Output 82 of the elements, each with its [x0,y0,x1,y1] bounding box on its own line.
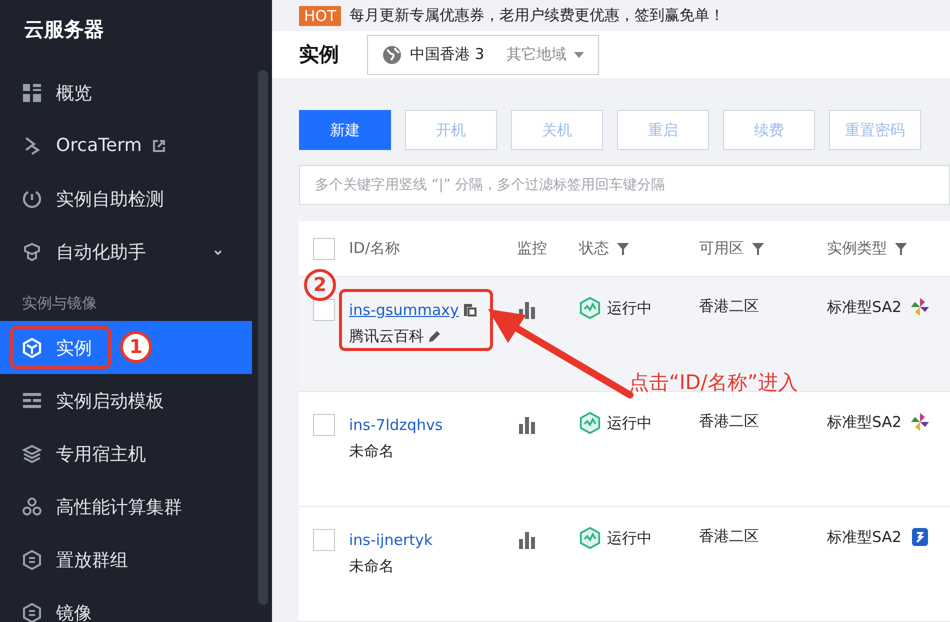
globe-icon [382,44,402,65]
column-header: 监控 [517,239,547,258]
caret-icon [574,52,584,58]
instance-type-cell: 标准型SA2 [827,412,902,432]
menu-item-icon [22,550,42,570]
sidebar-item[interactable]: 实例启动模板 [0,374,252,427]
menu-item-icon [22,444,42,464]
instance-name: 腾讯云百科 [349,326,424,346]
sidebar-item[interactable]: 专用宿主机 [0,427,252,480]
checkbox[interactable] [313,529,335,551]
other-regions-label: 其它地域 [506,45,566,64]
table-row[interactable]: ins-7ldzqhvs 未命名 运行中 香港二区 标准型SA2 [299,392,950,507]
filter-icon[interactable] [752,242,764,254]
menu-item-icon [22,242,42,262]
instance-type-cell: 标准型SA2 [827,528,902,546]
sidebar-item[interactable]: 镜像 [0,586,252,622]
sidebar-item[interactable]: 实例 1 [0,321,252,374]
menu-item-icon [22,602,42,622]
menu-item-icon [22,496,42,516]
filter-icon[interactable] [895,242,907,254]
bar-chart-icon[interactable] [517,530,537,550]
zone-cell: 香港二区 [699,412,759,431]
status-text: 运行中 [607,298,652,318]
column-header: 实例类型 [827,239,887,258]
instance-id-link[interactable]: ins-ijnertyk [349,531,433,549]
table-row[interactable]: ins-ijnertyk 未命名 运行中 香港二区 标准型SA2 [299,507,950,622]
toolbar-button[interactable]: 新建 [299,110,391,150]
column-header: ID/名称 [349,239,400,258]
running-status-icon [579,527,601,549]
sidebar-item-label: 实例自助检测 [56,188,164,210]
sidebar-item-label: 概览 [56,82,92,104]
sidebar-item-label: 高性能计算集群 [56,496,182,518]
search-field[interactable]: 多个关键字用竖线 “|” 分隔，多个过滤标签用回车键分隔 [299,165,950,205]
instance-type-cell: 标准型SA2 [827,298,902,316]
sidebar-item[interactable]: 高性能计算集群 [0,480,252,533]
promo-text: 每月更新专属优惠券，老用户续费更优惠，签到赢免单！ [349,6,724,26]
running-status-icon [579,412,601,434]
checkbox[interactable] [313,238,335,260]
instance-name: 未命名 [349,442,394,460]
sidebar-item[interactable]: 实例自助检测 [0,172,252,225]
status-text: 运行中 [607,414,652,432]
sidebar-item[interactable]: 概览 [0,66,252,119]
running-status-icon [579,297,601,319]
pinwheel-icon [910,297,930,317]
step-number: 1 [120,331,152,363]
os-logo-icon [910,527,930,547]
copy-icon[interactable] [462,303,477,317]
pinwheel-icon [910,412,930,432]
sidebar-item-label: 置放群组 [56,548,128,572]
filter-icon[interactable] [617,242,629,254]
region-label: 中国香港 3 [410,45,484,64]
sidebar-item-label: 自动化助手 [56,240,146,264]
zone-cell: 香港二区 [699,297,759,316]
instance-id-link[interactable]: ins-7ldzqhvs [349,416,443,434]
pencil-icon[interactable] [428,329,442,343]
sidebar-item[interactable]: OrcaTerm [0,119,252,172]
menu-item-icon [22,188,42,208]
page-title: 实例 [299,41,339,68]
sidebar-item-label: 镜像 [56,602,92,622]
region-selector[interactable]: 中国香港 3 其它地域 [367,34,600,75]
bar-chart-icon[interactable] [517,415,537,435]
checkbox[interactable] [313,414,335,436]
zone-cell: 香港二区 [699,527,759,546]
checkbox[interactable] [313,299,335,321]
column-header: 状态 [579,239,609,258]
column-header: 可用区 [699,239,744,258]
sidebar-item[interactable]: 自动化助手 [0,225,252,278]
sidebar-item[interactable]: 置放群组 [0,533,252,586]
step-number: 2 [304,269,336,301]
status-text: 运行中 [607,528,652,548]
sidebar-item-label: 实例 [56,336,92,360]
sidebar-section-label: 实例与镜像 [21,293,98,314]
menu-item-icon [22,82,42,102]
sidebar-item-label: 专用宿主机 [56,442,146,466]
menu-item-icon [22,390,42,410]
instance-id-link[interactable]: ins-gsummaxy [349,301,459,319]
sidebar-item-label: 实例启动模板 [56,390,164,412]
menu-item-icon [22,338,42,358]
sidebar-title: 云服务器 [23,16,105,43]
sidebar-item-label: OrcaTerm [56,135,142,156]
hot-badge: HOT [299,6,342,26]
instance-name: 未命名 [349,556,394,576]
